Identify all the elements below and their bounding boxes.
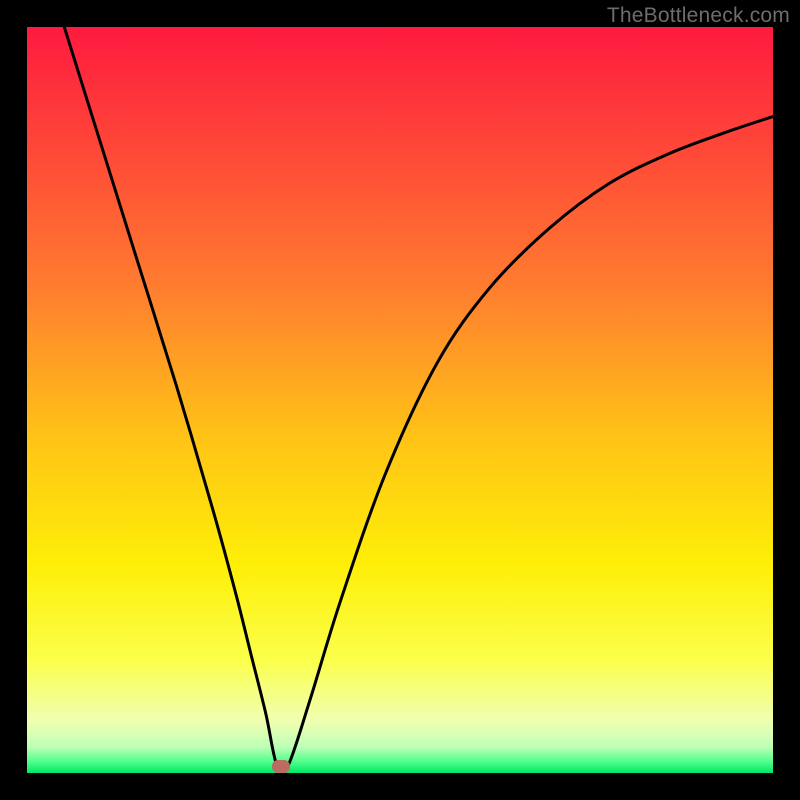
- chart-frame: [27, 27, 773, 773]
- optimum-marker: [272, 760, 290, 773]
- bottleneck-curve: [27, 27, 773, 773]
- watermark-text: TheBottleneck.com: [607, 4, 790, 28]
